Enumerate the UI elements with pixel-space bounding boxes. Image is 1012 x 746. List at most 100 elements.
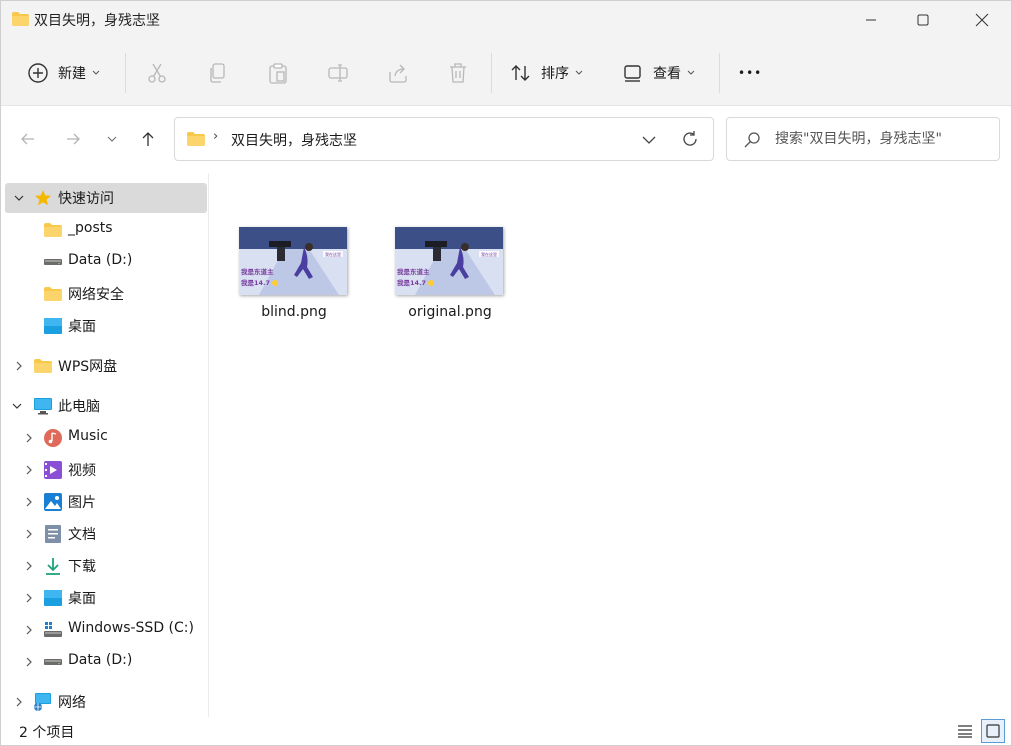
nav-label: Data (D:)	[68, 252, 133, 268]
nav-label: 网络	[58, 695, 86, 711]
downloads-icon	[43, 556, 63, 576]
more-icon: •••	[738, 66, 763, 80]
chevron-right-icon[interactable]	[21, 654, 37, 670]
chevron-down-icon[interactable]	[11, 190, 27, 206]
folder-icon	[33, 356, 53, 376]
nav-wps-drive[interactable]: WPS网盘	[1, 351, 207, 381]
minimize-button[interactable]	[848, 1, 894, 39]
chevron-right-icon[interactable]	[21, 526, 37, 542]
video-icon	[43, 460, 63, 480]
arrow-right-icon	[67, 133, 80, 145]
nav-item-videos[interactable]: 视频	[1, 455, 207, 485]
paste-button[interactable]	[267, 53, 289, 93]
minimize-icon	[866, 19, 876, 21]
rename-icon	[328, 64, 348, 82]
cut-button[interactable]	[146, 53, 168, 93]
pictures-icon	[43, 492, 63, 512]
search-box[interactable]	[726, 117, 1000, 161]
large-icons-icon	[986, 724, 1000, 738]
nav-item-posts[interactable]: _posts	[1, 215, 207, 245]
nav-item-network-security[interactable]: 网络安全	[1, 279, 207, 309]
drive-icon	[43, 252, 63, 272]
toolbar-divider	[719, 53, 720, 93]
copy-icon	[210, 63, 225, 83]
recent-locations-button[interactable]	[98, 125, 126, 153]
nav-label: Data (D:)	[68, 652, 133, 668]
forward-button[interactable]	[59, 125, 87, 153]
nav-item-downloads[interactable]: 下载	[1, 551, 207, 581]
toolbar-divider	[125, 53, 126, 93]
address-bar[interactable]: › 双目失明，身残志坚	[174, 117, 714, 161]
svg-text:我在这里: 我在这里	[325, 251, 341, 257]
nav-label: 桌面	[68, 591, 96, 607]
navigation-pane: 快速访问 _posts Data (D:) 网络安全 桌面 WPS网盘 此电脑 …	[1, 173, 209, 717]
share-icon	[389, 64, 407, 83]
desktop-icon	[43, 316, 63, 336]
nav-label: 快速访问	[58, 191, 114, 207]
chevron-down-icon	[575, 70, 583, 75]
music-icon	[43, 428, 63, 448]
file-item-original[interactable]: 我在这里 我是东道主 我是14.7 original.png	[385, 221, 515, 331]
chevron-right-icon[interactable]	[21, 430, 37, 446]
delete-button[interactable]	[447, 53, 469, 93]
refresh-icon[interactable]	[681, 130, 699, 148]
nav-label: 此电脑	[58, 399, 100, 415]
nav-item-data-drive[interactable]: Data (D:)	[1, 247, 207, 277]
nav-label: 桌面	[68, 319, 96, 335]
file-list: 我在这里 我是东道主 我是14.7 blind.png 我在这里 我是东道主 我…	[210, 173, 1011, 717]
share-button[interactable]	[387, 53, 409, 93]
nav-label: Windows-SSD (C:)	[68, 620, 194, 636]
search-input[interactable]	[775, 129, 990, 149]
copy-button[interactable]	[207, 53, 229, 93]
chevron-down-icon[interactable]	[641, 132, 657, 148]
details-view-button[interactable]	[953, 719, 977, 743]
chevron-right-icon[interactable]	[21, 590, 37, 606]
nav-label: 文档	[68, 527, 96, 543]
chevron-right-icon[interactable]	[21, 462, 37, 478]
tiles-view-button[interactable]	[981, 719, 1005, 743]
list-icon	[958, 725, 972, 738]
view-button[interactable]: 查看	[623, 53, 695, 93]
nav-item-windows-ssd[interactable]: Windows-SSD (C:)	[1, 615, 207, 645]
nav-item-music[interactable]: Music	[1, 423, 207, 453]
chevron-right-icon[interactable]	[21, 558, 37, 574]
nav-item-documents[interactable]: 文档	[1, 519, 207, 549]
paste-icon	[269, 63, 287, 84]
chevron-right-icon[interactable]	[21, 494, 37, 510]
item-count: 2 个项目	[19, 725, 75, 741]
nav-item-pictures[interactable]: 图片	[1, 487, 207, 517]
file-name: blind.png	[261, 304, 327, 320]
rename-button[interactable]	[327, 53, 349, 93]
maximize-button[interactable]	[900, 1, 946, 39]
chevron-right-icon[interactable]	[11, 694, 27, 710]
file-explorer-window: 双目失明，身残志坚 新建 排序 查看 ••• › 双目失明，身残志坚 搜索"双目…	[0, 0, 1012, 746]
chevron-down-icon[interactable]	[9, 398, 25, 414]
nav-quick-access[interactable]: 快速访问	[5, 183, 207, 213]
new-button[interactable]: 新建	[27, 53, 100, 93]
folder-icon	[12, 12, 29, 26]
close-icon	[975, 13, 989, 27]
chevron-right-icon[interactable]	[21, 622, 37, 638]
cut-icon	[148, 63, 166, 83]
star-icon	[33, 188, 53, 208]
nav-item-desktop[interactable]: 桌面	[1, 311, 207, 341]
chevron-right-icon[interactable]	[11, 358, 27, 374]
up-button[interactable]	[134, 125, 162, 153]
nav-label: WPS网盘	[58, 359, 118, 375]
nav-label: Music	[68, 428, 108, 444]
back-button[interactable]	[14, 125, 42, 153]
file-item-blind[interactable]: 我在这里 我是东道主 我是14.7 blind.png	[229, 221, 359, 331]
chevron-down-icon	[92, 70, 100, 75]
close-button[interactable]	[959, 1, 1005, 39]
nav-label: 网络安全	[68, 287, 124, 303]
nav-network[interactable]: 网络	[1, 687, 207, 717]
nav-this-pc[interactable]: 此电脑	[1, 391, 207, 421]
documents-icon	[43, 524, 63, 544]
windows-drive-icon	[43, 620, 63, 640]
breadcrumb-current[interactable]: 双目失明，身残志坚	[231, 130, 357, 150]
nav-item-pc-desktop[interactable]: 桌面	[1, 583, 207, 613]
nav-item-pc-data-drive[interactable]: Data (D:)	[1, 647, 207, 677]
nav-label: 下载	[68, 559, 96, 575]
more-options-button[interactable]: •••	[738, 53, 762, 93]
sort-button[interactable]: 排序	[510, 53, 583, 93]
